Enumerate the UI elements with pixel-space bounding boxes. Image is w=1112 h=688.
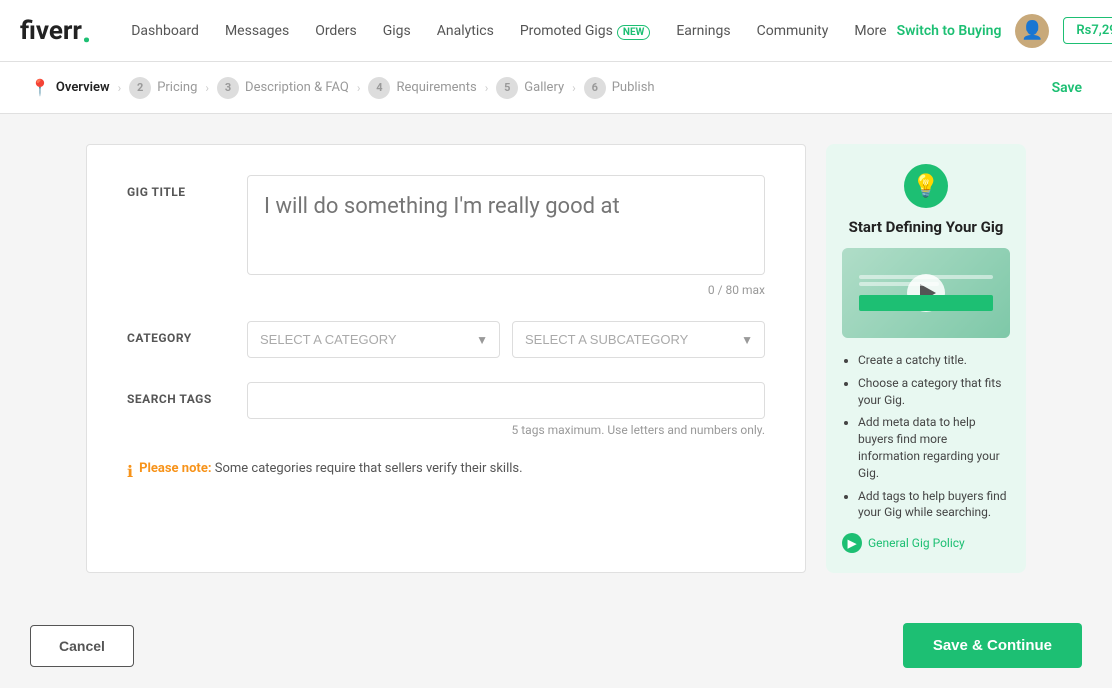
breadcrumb-step-gallery[interactable]: 5 Gallery — [496, 77, 564, 99]
navbar: fiverr. Dashboard Messages Orders Gigs A… — [0, 0, 1112, 62]
logo-dot: . — [82, 15, 91, 47]
policy-link[interactable]: ▶ General Gig Policy — [842, 533, 1010, 553]
nav-gigs[interactable]: Gigs — [373, 15, 421, 47]
video-lines — [859, 275, 993, 289]
main-content: GIG TITLE 0 / 80 max CATEGORY SELECT A C… — [56, 114, 1056, 603]
sep-5: › — [572, 81, 576, 95]
note-body: Some categories require that sellers ver… — [215, 461, 523, 476]
category-selects: SELECT A CATEGORY ▼ SELECT A SUBCATEGORY… — [247, 321, 765, 358]
nav-links: Dashboard Messages Orders Gigs Analytics… — [121, 15, 896, 47]
video-line-1 — [859, 275, 993, 279]
video-thumbnail[interactable] — [842, 248, 1010, 338]
category-field: SELECT A CATEGORY ▼ SELECT A SUBCATEGORY… — [247, 321, 765, 358]
breadcrumb-step-overview[interactable]: 📍 Overview — [30, 78, 110, 97]
category-select[interactable]: SELECT A CATEGORY — [247, 321, 500, 358]
step-gallery-label: Gallery — [524, 80, 564, 95]
nav-more[interactable]: More — [844, 15, 896, 47]
switch-buying-button[interactable]: Switch to Buying — [897, 23, 1002, 39]
logo-text: fiverr — [20, 16, 82, 46]
gig-title-field: 0 / 80 max — [247, 175, 765, 297]
subcategory-select-wrapper: SELECT A SUBCATEGORY ▼ — [512, 321, 765, 358]
nav-analytics[interactable]: Analytics — [427, 15, 504, 47]
note-label: Please note: — [139, 461, 211, 476]
form-card: GIG TITLE 0 / 80 max CATEGORY SELECT A C… — [86, 144, 806, 573]
breadcrumb-step-requirements[interactable]: 4 Requirements — [368, 77, 476, 99]
tip-4: Add tags to help buyers find your Gig wh… — [858, 488, 1010, 522]
nav-messages[interactable]: Messages — [215, 15, 299, 47]
category-select-wrapper: SELECT A CATEGORY ▼ — [247, 321, 500, 358]
info-card-icon-wrapper: 💡 — [842, 164, 1010, 208]
tip-1: Create a catchy title. — [858, 352, 1010, 369]
tags-hint: 5 tags maximum. Use letters and numbers … — [247, 423, 765, 437]
save-continue-button[interactable]: Save & Continue — [903, 623, 1082, 668]
info-card: 💡 Start Defining Your Gig Create a catch — [826, 144, 1026, 573]
step-overview-label: Overview — [56, 80, 110, 95]
tip-2: Choose a category that fits your Gig. — [858, 375, 1010, 409]
sep-4: › — [485, 81, 489, 95]
info-tips-list: Create a catchy title. Choose a category… — [842, 352, 1010, 521]
gig-title-input[interactable] — [247, 175, 765, 275]
info-card-title: Start Defining Your Gig — [842, 218, 1010, 236]
video-content — [842, 275, 1010, 311]
step-num-6: 6 — [584, 77, 606, 99]
promoted-gigs-badge: NEW — [617, 25, 650, 40]
category-row: CATEGORY SELECT A CATEGORY ▼ SELECT A SU… — [127, 321, 765, 358]
step-publish-label: Publish — [612, 80, 655, 95]
logo[interactable]: fiverr. — [20, 15, 91, 47]
sidebar-panel: 💡 Start Defining Your Gig Create a catch — [826, 144, 1026, 573]
video-line-2 — [859, 282, 940, 286]
cancel-button[interactable]: Cancel — [30, 625, 134, 667]
step-num-5: 5 — [496, 77, 518, 99]
search-tags-row: SEARCH TAGS 5 tags maximum. Use letters … — [127, 382, 765, 437]
breadcrumb-save-button[interactable]: Save — [1052, 80, 1082, 96]
policy-icon: ▶ — [842, 533, 862, 553]
nav-earnings[interactable]: Earnings — [666, 15, 740, 47]
category-label: CATEGORY — [127, 321, 247, 345]
note-text: Please note: Some categories require tha… — [139, 461, 522, 476]
bottom-actions: Cancel Save & Continue — [0, 603, 1112, 688]
note-warning-icon: ℹ — [127, 462, 133, 481]
breadcrumb-step-publish[interactable]: 6 Publish — [584, 77, 655, 99]
breadcrumb-steps: 📍 Overview › 2 Pricing › 3 Description &… — [30, 77, 1052, 99]
video-green-bar — [859, 295, 993, 311]
search-tags-label: SEARCH TAGS — [127, 382, 247, 406]
bulb-icon: 💡 — [904, 164, 948, 208]
nav-orders[interactable]: Orders — [305, 15, 367, 47]
overview-icon: 📍 — [30, 78, 50, 97]
search-tags-input[interactable] — [247, 382, 765, 419]
search-tags-field: 5 tags maximum. Use letters and numbers … — [247, 382, 765, 437]
step-num-3: 3 — [217, 77, 239, 99]
nav-right: Switch to Buying 👤 Rs7,293.32 — [897, 14, 1112, 48]
step-num-2: 2 — [129, 77, 151, 99]
step-description-label: Description & FAQ — [245, 80, 349, 95]
nav-community[interactable]: Community — [747, 15, 839, 47]
sep-2: › — [205, 81, 209, 95]
step-num-4: 4 — [368, 77, 390, 99]
sep-3: › — [357, 81, 361, 95]
char-count: 0 / 80 max — [247, 283, 765, 297]
breadcrumb-bar: 📍 Overview › 2 Pricing › 3 Description &… — [0, 62, 1112, 114]
breadcrumb-step-description[interactable]: 3 Description & FAQ — [217, 77, 349, 99]
balance-button[interactable]: Rs7,293.32 — [1063, 17, 1112, 44]
sep-1: › — [118, 81, 122, 95]
policy-link-text: General Gig Policy — [868, 536, 965, 550]
step-pricing-label: Pricing — [157, 80, 197, 95]
nav-dashboard[interactable]: Dashboard — [121, 15, 209, 47]
gig-title-label: GIG TITLE — [127, 175, 247, 199]
avatar[interactable]: 👤 — [1015, 14, 1049, 48]
subcategory-select[interactable]: SELECT A SUBCATEGORY — [512, 321, 765, 358]
please-note: ℹ Please note: Some categories require t… — [127, 461, 765, 481]
step-requirements-label: Requirements — [396, 80, 476, 95]
breadcrumb-step-pricing[interactable]: 2 Pricing — [129, 77, 197, 99]
gig-title-row: GIG TITLE 0 / 80 max — [127, 175, 765, 297]
tip-3: Add meta data to help buyers find more i… — [858, 414, 1010, 481]
nav-promoted-gigs[interactable]: Promoted GigsNEW — [510, 15, 661, 47]
